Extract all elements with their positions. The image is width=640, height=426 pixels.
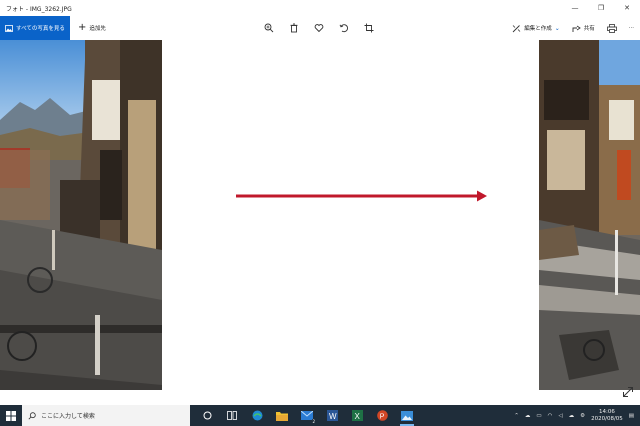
print-button[interactable]: [601, 23, 623, 33]
svg-text:W: W: [329, 412, 337, 421]
maximize-button[interactable]: ❐: [588, 0, 614, 16]
notifications-icon[interactable]: ▤: [629, 413, 634, 419]
rotate-icon[interactable]: [337, 22, 350, 35]
crop-icon[interactable]: [362, 22, 375, 35]
svg-text:P: P: [379, 414, 384, 421]
search-placeholder: ここに入力して検索: [41, 413, 95, 420]
delete-icon[interactable]: [287, 22, 300, 35]
add-to-label: 追加先: [89, 26, 106, 32]
taskbar: ここに入力して検索 2 W X P ⌃ ☁ ▭ ◠ ◁ ☁ ⚙ 14:06 20…: [0, 405, 640, 426]
photo-icon: [5, 24, 13, 32]
minimize-button[interactable]: —: [562, 0, 588, 16]
file-explorer-icon[interactable]: [273, 405, 291, 426]
share-label: 共有: [583, 26, 595, 32]
edit-create-button[interactable]: 編集と作成 ⌄: [506, 24, 566, 33]
window-title: フォト - IMG_3262.JPG: [6, 5, 72, 13]
search-icon: [28, 411, 36, 419]
close-button[interactable]: ✕: [614, 0, 640, 16]
task-view-icon[interactable]: [223, 405, 241, 426]
mail-badge: 2: [312, 419, 315, 424]
excel-icon[interactable]: X: [348, 405, 366, 426]
photo-viewer: [0, 40, 640, 390]
edge-icon[interactable]: [248, 405, 266, 426]
plus-icon: +: [78, 22, 87, 33]
wifi-icon[interactable]: ◠: [548, 413, 553, 419]
battery-icon[interactable]: ▭: [536, 413, 541, 419]
edit-create-label: 編集と作成: [524, 26, 552, 32]
svg-text:X: X: [354, 412, 360, 421]
onedrive-icon[interactable]: ☁: [525, 413, 531, 419]
title-bar: フォト - IMG_3262.JPG — ❐ ✕: [0, 0, 640, 16]
more-options-button[interactable]: ···: [623, 25, 640, 31]
taskbar-apps: 2 W X P: [190, 405, 416, 426]
clock-time: 14:06: [599, 408, 615, 415]
photos-app-window: フォト - IMG_3262.JPG — ❐ ✕ すべての写真を見る + 追加先: [0, 0, 640, 405]
system-tray: ⌃ ☁ ▭ ◠ ◁ ☁ ⚙ 14:06 2020/08/05 ▤: [514, 405, 634, 426]
share-button[interactable]: 共有: [566, 24, 601, 33]
settings-icon[interactable]: ⚙: [580, 413, 585, 419]
favorite-icon[interactable]: [312, 22, 325, 35]
volume-icon[interactable]: ◁: [558, 413, 562, 419]
photos-app-icon[interactable]: [398, 405, 416, 426]
toolbar: すべての写真を見る + 追加先 編集と作成 ⌄ 共有 ···: [0, 16, 640, 40]
taskbar-search-box[interactable]: ここに入力して検索: [22, 405, 190, 426]
arrow-icon: [236, 190, 487, 202]
image-tools: [262, 16, 375, 40]
expand-icon[interactable]: [622, 386, 634, 398]
chevron-up-icon[interactable]: ⌃: [514, 413, 519, 419]
add-to-button[interactable]: + 追加先: [70, 23, 106, 33]
word-icon[interactable]: W: [323, 405, 341, 426]
cortana-icon[interactable]: [198, 405, 216, 426]
mail-icon[interactable]: 2: [298, 405, 316, 426]
share-icon: [572, 25, 581, 32]
edit-create-icon: [512, 24, 521, 32]
clock-date: 2020/08/05: [591, 415, 623, 422]
start-button[interactable]: [0, 405, 22, 426]
powerpoint-icon[interactable]: P: [373, 405, 391, 426]
more-label: ···: [628, 25, 634, 31]
taskbar-clock[interactable]: 14:06 2020/08/05: [591, 409, 623, 423]
chevron-down-icon: ⌄: [554, 24, 560, 32]
see-all-photos-button[interactable]: すべての写真を見る: [0, 16, 70, 40]
windows-icon: [6, 410, 16, 421]
cloud-sync-icon[interactable]: ☁: [569, 413, 575, 419]
photo-before: [0, 40, 162, 390]
zoom-icon[interactable]: [262, 22, 275, 35]
see-all-photos-label: すべての写真を見る: [16, 26, 65, 32]
print-icon: [606, 23, 617, 33]
photo-after: [539, 40, 640, 390]
right-tools: 編集と作成 ⌄ 共有 ···: [506, 16, 640, 40]
